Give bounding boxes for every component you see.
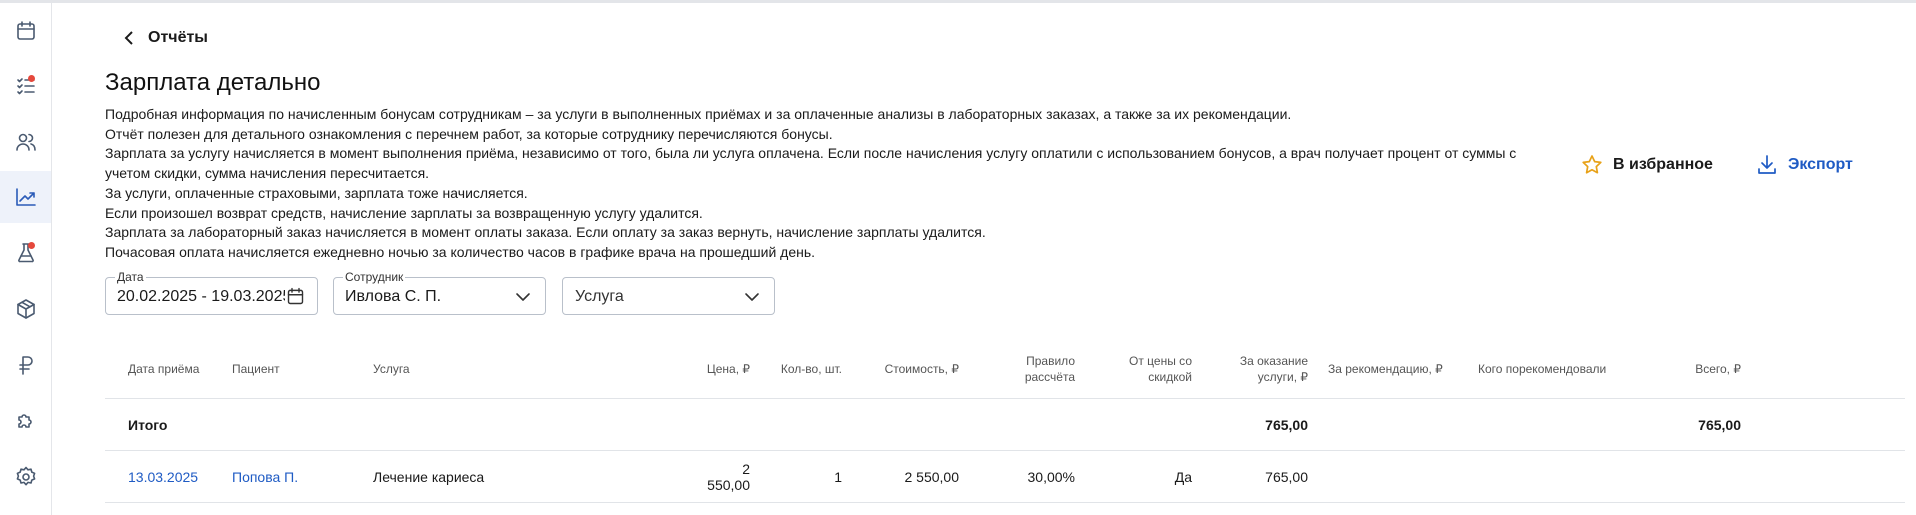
referral-bonus-cell: [1318, 450, 1468, 503]
price-cell: 2 550,00: [689, 450, 760, 503]
column-header[interactable]: За рекомендацию, ₽: [1318, 340, 1468, 399]
puzzle-icon: [17, 414, 32, 428]
column-header[interactable]: Кого порекомендовали: [1468, 340, 1642, 399]
description-line: Отчёт полезен для детального ознакомлени…: [105, 125, 833, 142]
report-description: Подробная информация по начисленным бону…: [105, 105, 1550, 263]
notification-dot: [28, 242, 35, 249]
column-header[interactable]: Услуга: [363, 340, 689, 399]
calendar-icon: [16, 21, 35, 40]
date-range-value: 20.02.2025 - 19.03.2025: [117, 288, 285, 305]
description-line: Зарплата за лабораторный заказ начисляет…: [105, 224, 986, 241]
star-icon: [1582, 155, 1602, 174]
settings-icon: [16, 466, 35, 486]
calendar-icon[interactable]: [285, 286, 306, 307]
calc-rule-cell: 30,00%: [969, 450, 1085, 503]
ruble-icon: [18, 356, 33, 375]
column-header[interactable]: Пациент: [222, 340, 363, 399]
table-header-row: Дата приёма Пациент Услуга Цена, ₽ Кол-в…: [105, 340, 1905, 399]
employee-select[interactable]: Сотрудник Ивлова С. П.: [333, 270, 546, 315]
column-header[interactable]: От цены со скидкой: [1085, 340, 1202, 399]
sidebar-item-tasks[interactable]: [0, 60, 51, 112]
date-field-label: Дата: [115, 270, 146, 284]
total-grand-sum: 765,00: [1642, 398, 1751, 451]
back-link[interactable]: Отчёты: [122, 29, 208, 47]
total-label: Итого: [105, 398, 222, 451]
sidebar-item-lab[interactable]: [0, 227, 51, 279]
chevron-left-icon: [124, 31, 133, 45]
description-line: За услуги, оплаченные страховыми, зарпла…: [105, 184, 528, 201]
sidebar-item-integrations[interactable]: [0, 395, 51, 447]
column-header[interactable]: Правило рассчёта: [969, 340, 1085, 399]
table-row: 13.03.2025 Попова П. Лечение кариеса 2 5…: [105, 450, 1905, 503]
description-line: Если произошел возврат средств, начислен…: [105, 204, 703, 221]
service-placeholder: Услуга: [575, 288, 624, 305]
description-line: Подробная информация по начисленным бону…: [105, 106, 1292, 122]
back-label: Отчёты: [148, 29, 208, 46]
chevron-down-icon: [516, 293, 530, 301]
export-button[interactable]: Экспорт: [1755, 153, 1853, 177]
column-header[interactable]: Дата приёма: [105, 340, 222, 399]
sidebar-item-patients[interactable]: [0, 116, 51, 168]
column-header[interactable]: Всего, ₽: [1642, 340, 1751, 399]
column-header[interactable]: Кол-во, шт.: [760, 340, 852, 399]
sidebar-item-reports[interactable]: [0, 171, 51, 223]
column-header[interactable]: Цена, ₽: [689, 340, 760, 399]
description-line: Почасовая оплата начисляется ежедневно н…: [105, 243, 816, 260]
quantity-cell: 1: [760, 450, 852, 503]
sidebar-item-warehouse[interactable]: [0, 283, 51, 335]
referred-cell: [1468, 450, 1642, 503]
visit-date-link[interactable]: 13.03.2025: [105, 450, 222, 503]
column-header-spacer: [1751, 340, 1905, 399]
employee-field-label: Сотрудник: [343, 270, 406, 284]
sidebar: [0, 3, 52, 515]
salary-table: Дата приёма Пациент Услуга Цена, ₽ Кол-в…: [105, 340, 1905, 503]
employee-value: Ивлова С. П.: [345, 288, 442, 305]
service-select[interactable]: Услуга: [562, 277, 775, 315]
export-label: Экспорт: [1787, 156, 1853, 173]
notification-dot: [28, 75, 35, 82]
download-icon: [1758, 155, 1776, 174]
row-total-cell: [1642, 450, 1751, 503]
box-icon: [16, 299, 35, 319]
column-header[interactable]: Стоимость, ₽: [852, 340, 969, 399]
column-header[interactable]: За оказание услуги, ₽: [1202, 340, 1318, 399]
sidebar-item-calendar[interactable]: [0, 5, 51, 57]
page-title: Зарплата детально: [105, 69, 321, 96]
sidebar-item-settings[interactable]: [0, 451, 51, 503]
service-bonus-cell: 765,00: [1202, 450, 1318, 503]
top-border: [0, 0, 1916, 3]
service-cell: Лечение кариеса: [363, 450, 689, 503]
favorite-label: В избранное: [1613, 156, 1713, 173]
cost-cell: 2 550,00: [852, 450, 969, 503]
total-service-sum: 765,00: [1202, 398, 1318, 451]
date-range-field[interactable]: Дата 20.02.2025 - 19.03.2025: [105, 270, 318, 315]
chevron-down-icon: [745, 293, 759, 301]
favorite-button[interactable]: В избранное: [1580, 153, 1713, 177]
total-row: Итого 765,00 765,00: [105, 398, 1905, 451]
report-actions: В избранное Экспорт: [1580, 153, 1853, 177]
reports-icon: [15, 188, 36, 206]
patients-icon: [15, 133, 36, 151]
sidebar-item-finance[interactable]: [0, 339, 51, 391]
description-line: Зарплата за услугу начисляется в момент …: [105, 145, 1517, 182]
patient-link[interactable]: Попова П.: [222, 450, 363, 503]
discount-price-cell: Да: [1085, 450, 1202, 503]
